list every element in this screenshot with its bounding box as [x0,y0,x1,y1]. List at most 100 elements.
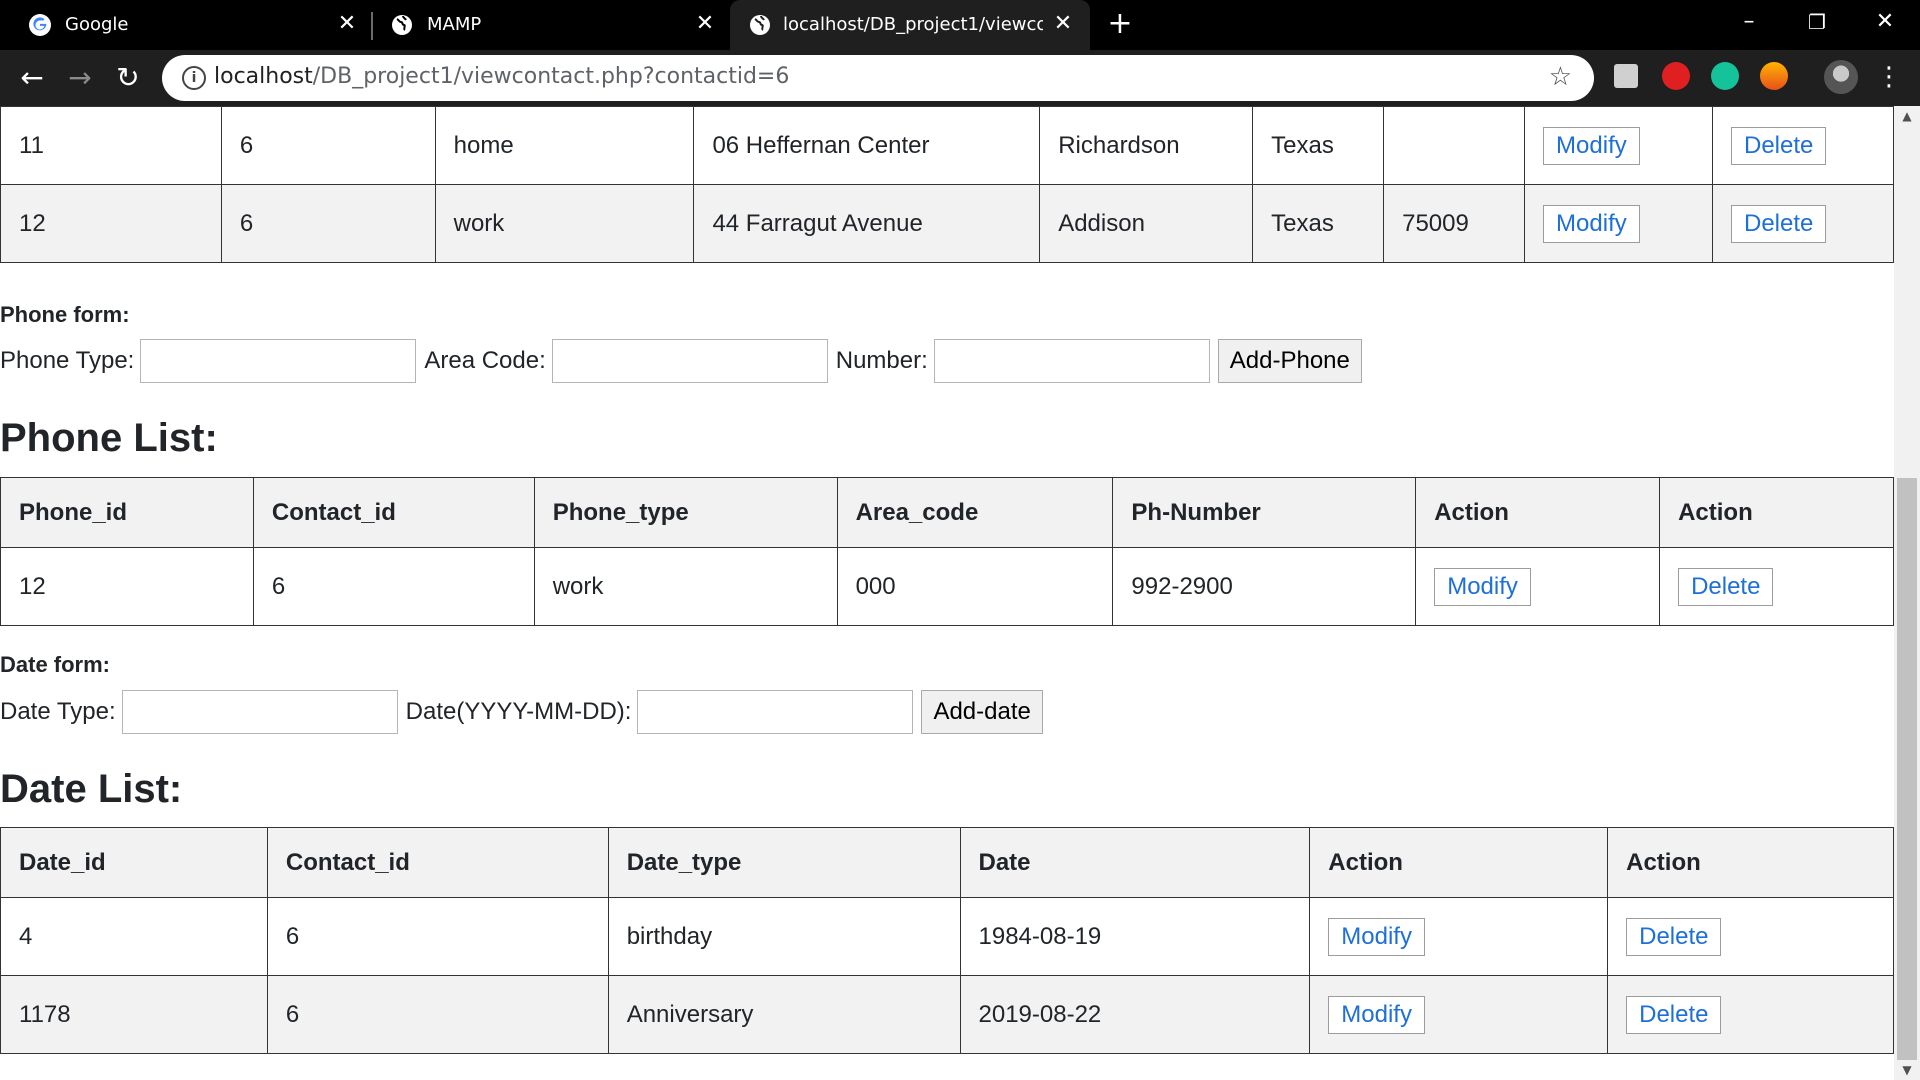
contact-id-cell: 6 [252,547,535,626]
area-code-input[interactable] [551,339,828,383]
back-button[interactable]: ← [14,60,50,96]
column-header: Contact_id [252,477,535,548]
delete-button[interactable]: Delete [1678,567,1774,606]
tab-close-icon[interactable]: ✕ [1050,11,1076,37]
tab-close-icon[interactable]: ✕ [334,11,360,37]
action-cell: Delete [1711,106,1894,185]
grammarly-icon[interactable] [1711,62,1739,90]
modify-button[interactable]: Modify [1328,995,1425,1034]
action-cell: Delete [1607,975,1894,1054]
add-phone-button[interactable]: Add-Phone [1217,339,1362,383]
area-code-cell: 000 [836,547,1114,626]
date-id-cell: 4 [0,897,268,976]
action-cell: Modify [1309,897,1609,976]
tab-mamp[interactable]: MAMP ✕ [362,0,728,50]
state-cell: Texas [1252,106,1385,185]
date-type-cell: Anniversary [607,975,961,1054]
delete-button[interactable]: Delete [1730,204,1827,243]
zip-cell: 75009 [1383,184,1526,263]
tab-strip: Google ✕ MAMP ✕ localhost/DB_project1/vi… [0,0,1920,50]
restore-button[interactable]: ❐ [1802,8,1832,38]
tab-title: localhost/DB_project1/viewconta [783,14,1043,35]
date-input[interactable] [637,690,914,734]
state-cell: Texas [1252,184,1385,263]
phone-id-cell: 12 [0,547,254,626]
minimize-button[interactable]: – [1734,8,1764,38]
date-table: Date_id Contact_id Date_type Date Action… [0,827,1894,1054]
bookmark-star-icon[interactable]: ☆ [1549,62,1572,92]
scrollbar-thumb[interactable] [1897,478,1917,1060]
delete-button[interactable]: Delete [1626,917,1722,956]
column-header: Date_id [0,827,268,898]
column-header: Ph-Number [1112,477,1417,548]
action-cell: Modify [1309,975,1609,1054]
phone-table: Phone_id Contact_id Phone_type Area_code… [0,477,1894,626]
date-type-label: Date Type: [0,698,116,725]
tab-google[interactable]: Google ✕ [0,0,370,50]
flame-extension-icon[interactable] [1760,62,1788,90]
date-id-cell: 1178 [0,975,268,1054]
column-header: Phone_id [0,477,254,548]
tab-viewcontact[interactable]: localhost/DB_project1/viewconta ✕ [730,0,1090,50]
modify-button[interactable]: Modify [1434,567,1531,606]
phone-type-cell: work [533,547,838,626]
date-form: Date Type: Date(YYYY-MM-DD): Add-date [0,690,1043,734]
modify-button[interactable]: Modify [1328,917,1425,956]
forward-button[interactable]: → [62,60,98,96]
area-code-label: Area Code: [424,347,546,374]
phone-type-label: Phone Type: [0,347,135,374]
phone-form-title: Phone form: [0,302,130,327]
table-row: 1178 6 Anniversary 2019-08-22 Modify Del… [0,975,1894,1054]
street-cell: 06 Heffernan Center [693,106,1041,185]
window-close-button[interactable]: ✕ [1870,8,1900,38]
tab-title: Google [65,14,129,35]
browser-menu-icon[interactable]: ⋮ [1876,60,1902,96]
modify-button[interactable]: Modify [1543,204,1640,243]
phone-number-cell: 992-2900 [1112,547,1417,626]
extension-icon[interactable] [1614,64,1638,88]
column-header: Action [1659,477,1894,548]
add-date-button[interactable]: Add-date [921,690,1043,734]
address-id-cell: 12 [0,184,222,263]
action-cell: Modify [1415,547,1661,626]
browser-toolbar: ← → ↻ i localhost/DB_project1/viewcontac… [0,50,1920,106]
globe-icon [392,15,412,35]
action-cell: Delete [1607,897,1894,976]
reload-button[interactable]: ↻ [110,60,146,96]
action-cell: Modify [1524,184,1713,263]
info-icon[interactable]: i [182,66,206,90]
column-header: Date [959,827,1311,898]
number-input[interactable] [933,339,1210,383]
date-type-cell: birthday [607,897,961,976]
new-tab-button[interactable]: + [1104,9,1136,41]
column-header: Action [1309,827,1609,898]
delete-button[interactable]: Delete [1730,126,1827,165]
google-icon [29,14,51,36]
phone-form: Phone Type: Area Code: Number: Add-Phone [0,339,1362,383]
tab-close-icon[interactable]: ✕ [692,11,718,37]
modify-button[interactable]: Modify [1543,126,1640,165]
globe-icon [750,15,770,35]
date-type-input[interactable] [121,690,398,734]
contact-id-cell: 6 [266,975,609,1054]
adblock-icon[interactable] [1662,62,1690,90]
delete-button[interactable]: Delete [1626,995,1722,1034]
vertical-scrollbar[interactable]: ▲ ▼ [1894,106,1920,1080]
address-id-cell: 11 [0,106,222,185]
action-cell: Modify [1524,106,1713,185]
address-type-cell: work [434,184,695,263]
profile-avatar[interactable] [1824,60,1858,94]
table-header-row: Phone_id Contact_id Phone_type Area_code… [0,477,1894,548]
city-cell: Addison [1039,184,1254,263]
url-text: localhost/DB_project1/viewcontact.php?co… [214,64,790,89]
phone-type-input[interactable] [140,339,417,383]
column-header: Action [1607,827,1894,898]
address-bar[interactable]: i localhost/DB_project1/viewcontact.php?… [162,55,1594,101]
address-table: 11 6 home 06 Heffernan Center Richardson… [0,106,1894,263]
action-cell: Delete [1711,184,1894,263]
table-row: 12 6 work 000 992-2900 Modify Delete [0,547,1894,626]
date-form-title: Date form: [0,652,111,677]
scroll-down-arrow-icon[interactable]: ▼ [1894,1060,1920,1080]
scroll-up-arrow-icon[interactable]: ▲ [1894,106,1920,126]
table-row: 11 6 home 06 Heffernan Center Richardson… [0,106,1894,185]
